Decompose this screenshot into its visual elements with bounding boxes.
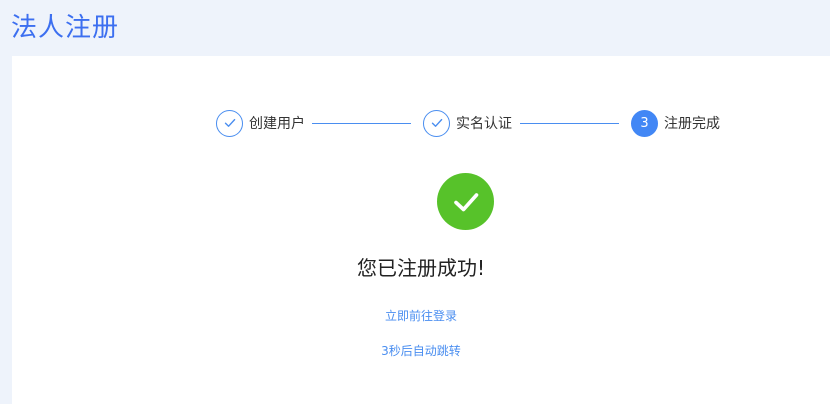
step-progress: 创建用户 实名认证 3 注册完成: [12, 56, 830, 196]
success-message: 您已注册成功!: [356, 256, 486, 280]
check-icon: [431, 118, 442, 127]
check-icon: [224, 118, 235, 127]
checkmark-icon: [453, 192, 478, 211]
step-active-circle: 3: [631, 109, 658, 137]
step-done-circle: [423, 109, 450, 137]
step-connector: [520, 123, 619, 124]
step-create-user: 创建用户: [216, 109, 305, 137]
registration-card: 创建用户 实名认证 3 注册完成 您已注册成功! 立即前往登录 3秒后自动跳转: [12, 56, 830, 404]
success-checkmark-icon: [437, 173, 494, 230]
step-connector: [312, 123, 411, 124]
page-header: 法人注册: [0, 0, 830, 56]
go-to-login-link[interactable]: 立即前往登录: [12, 307, 830, 324]
step-real-name-auth: 实名认证: [423, 109, 512, 137]
step-label: 注册完成: [664, 116, 720, 132]
step-label: 实名认证: [456, 116, 512, 132]
step-done-circle: [216, 109, 243, 137]
page-title: 法人注册: [11, 13, 120, 43]
auto-redirect-link[interactable]: 3秒后自动跳转: [12, 342, 830, 359]
step-registration-complete: 3 注册完成: [631, 109, 720, 137]
step-number: 3: [640, 115, 649, 131]
step-label: 创建用户: [249, 116, 305, 132]
